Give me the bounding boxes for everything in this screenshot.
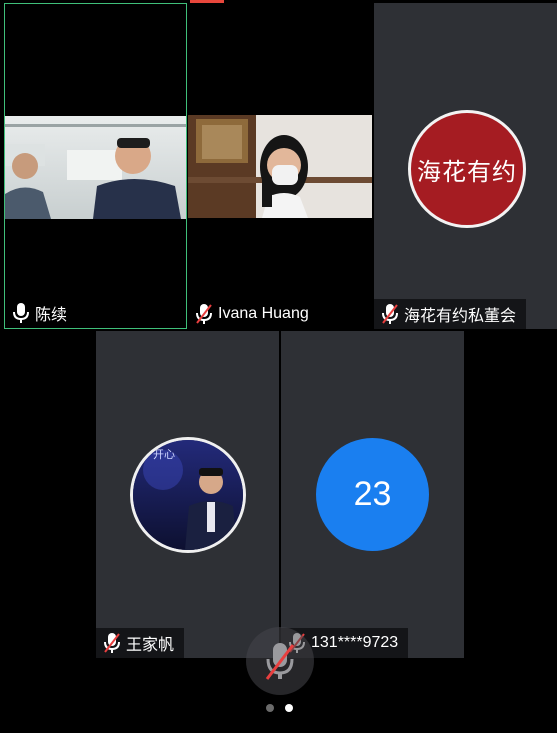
participant-name-label: 陈续	[5, 298, 78, 328]
participant-tile-wang-jiafan[interactable]: 开心 王家帆	[96, 331, 279, 658]
participant-name-label: 海花有约私董会	[374, 299, 527, 329]
participant-name: Ivana Huang	[218, 305, 309, 322]
avatar-text: 海花有约	[417, 157, 517, 186]
page-indicator-dot-2-active[interactable]	[285, 704, 293, 712]
participant-name: 王家帆	[126, 637, 175, 654]
video-feed	[188, 115, 372, 218]
page-indicator-dot-1[interactable]	[266, 704, 274, 712]
microphone-muted-icon	[265, 643, 295, 680]
participant-name-label: 王家帆	[96, 628, 185, 658]
participant-tile-phone-9723[interactable]: 23 131****9723	[281, 331, 464, 658]
avatar-text: 23	[353, 475, 392, 513]
avatar-caption: 开心	[153, 449, 175, 461]
video-feed	[5, 116, 186, 219]
participant-name-label: Ivana Huang	[188, 299, 319, 329]
avatar: 23	[316, 438, 429, 551]
participant-tile-chen-xu[interactable]: 陈续	[4, 3, 187, 329]
avatar: 海花有约	[408, 110, 526, 228]
microphone-muted-icon	[104, 633, 120, 653]
participant-name: 131****9723	[311, 634, 399, 651]
microphone-icon	[13, 303, 29, 323]
participant-tile-ivana-huang[interactable]: Ivana Huang	[188, 3, 372, 329]
participant-tile-haihua[interactable]: 海花有约 海花有约私董会	[374, 3, 557, 329]
microphone-muted-icon	[382, 304, 398, 324]
avatar: 开心	[130, 437, 246, 553]
microphone-muted-icon	[196, 304, 212, 324]
participant-name: 海花有约私董会	[404, 308, 517, 325]
self-mic-toggle-button[interactable]	[246, 627, 314, 695]
participant-name: 陈续	[35, 307, 68, 324]
